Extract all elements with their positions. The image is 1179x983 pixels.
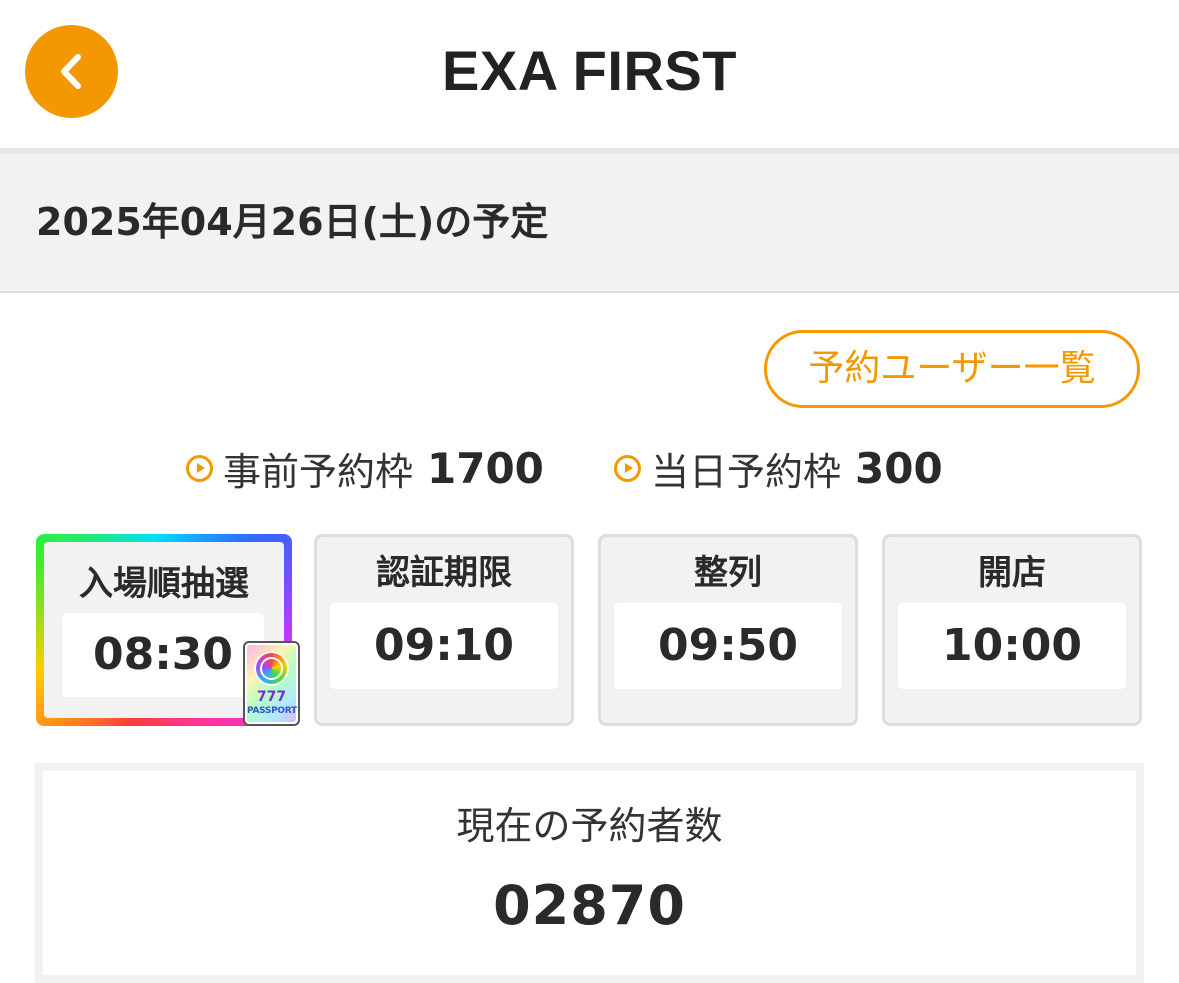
passport-number: 777 [256, 689, 287, 705]
timeline-card-open: 開店 10:00 [882, 534, 1142, 726]
sameday-slot-value: 300 [855, 443, 943, 493]
advance-slot-label: 事前予約枠 [223, 449, 414, 494]
timeline-card-label: 入場順抽選 [79, 564, 249, 604]
timeline-card-label: 開店 [978, 553, 1046, 593]
timeline-card-label: 整列 [694, 553, 762, 593]
timeline-card-line-up: 整列 09:50 [598, 534, 858, 726]
page-title: EXA FIRST [442, 39, 737, 102]
advance-slot-value: 1700 [427, 443, 544, 493]
passport-word: PASSPORT [247, 706, 297, 716]
app-header: EXA FIRST [0, 0, 1179, 148]
reservation-count-panel: 現在の予約者数 02870 [35, 763, 1144, 983]
timeline-card-time: 10:00 [898, 603, 1126, 689]
reservation-count-value: 02870 [493, 874, 686, 937]
timeline-card-label: 認証期限 [376, 553, 512, 593]
schedule-date-title: 2025年04月26日(土)の予定 [36, 200, 549, 244]
globe-icon [254, 651, 289, 686]
timeline-card-time: 09:50 [614, 603, 842, 689]
reservation-count-label: 現在の予約者数 [456, 804, 723, 848]
sameday-slot-label: 当日予約枠 [651, 449, 842, 494]
play-circle-icon [614, 454, 641, 482]
777-passport-icon: 777 PASSPORT [243, 641, 300, 726]
timeline-card-time: 09:10 [330, 603, 558, 689]
play-circle-icon [186, 454, 213, 482]
timeline-card-auth-deadline: 認証期限 09:10 [314, 534, 574, 726]
sameday-slot-info: 当日予約枠 300 [614, 440, 943, 496]
reserved-users-button[interactable]: 予約ユーザー一覧 [764, 330, 1140, 408]
advance-slot-info: 事前予約枠 1700 [186, 440, 544, 496]
timeline-card-time: 08:30 [62, 613, 264, 697]
